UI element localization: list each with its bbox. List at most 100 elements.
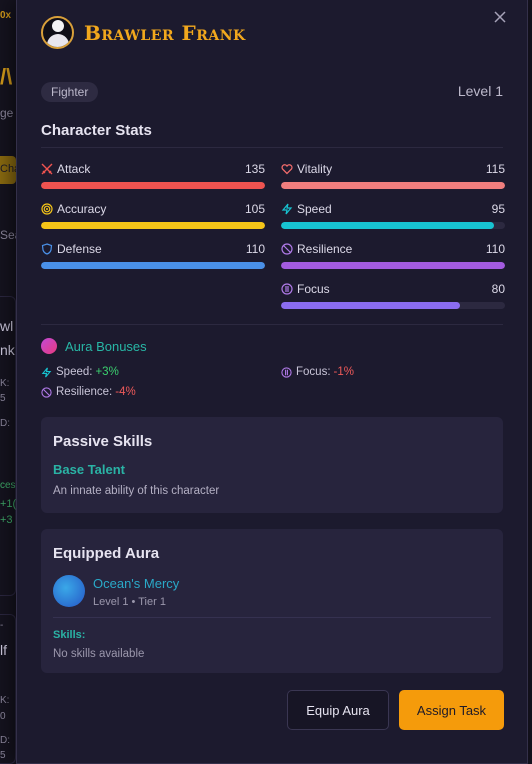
stat-value: 135 (244, 162, 265, 176)
stat-vitality: Vitality 115 (281, 161, 505, 191)
avatar (41, 16, 74, 49)
bg-fragment: ces (0, 480, 16, 491)
stat-label: Focus (297, 282, 330, 296)
bonus-value: -1% (333, 366, 354, 378)
aura-bonuses-title: Aura Bonuses (65, 338, 147, 354)
aura-icon (53, 575, 85, 607)
stat-bar (41, 182, 265, 189)
bg-fragment: nk (0, 342, 15, 358)
bonuses-divider (41, 324, 503, 325)
stat-label: Speed (297, 202, 332, 216)
stat-value: 105 (244, 202, 265, 216)
bg-card (0, 296, 16, 596)
modal-header: Brawler Frank (41, 16, 246, 49)
bg-fragment: D: (0, 735, 10, 746)
stat-bar-fill (41, 182, 265, 189)
bg-fragment: wl (0, 318, 14, 334)
bonus-focus: Focus: -1% (281, 366, 354, 378)
stats-title: Character Stats (41, 122, 152, 139)
level-label: Level 1 (457, 83, 503, 99)
bonus-value: -4% (115, 386, 136, 398)
focus-icon (281, 366, 292, 378)
bg-fragment: 0 (0, 711, 6, 722)
stat-bar-fill (281, 182, 505, 189)
stat-value: 110 (485, 242, 505, 256)
class-badge: Fighter (41, 82, 99, 102)
stat-label: Defense (57, 242, 102, 256)
bonus-value: +3% (95, 366, 119, 378)
resilience-icon (41, 386, 52, 398)
stat-bar-fill (41, 262, 265, 269)
skills-value: No skills available (53, 648, 145, 660)
bg-fragment: lf (0, 642, 7, 658)
equipped-aura-title: Equipped Aura (53, 545, 160, 562)
bg-fragment: - (0, 620, 4, 631)
bg-fragment: 5 (0, 750, 6, 761)
resilience-icon (281, 243, 293, 255)
avatar-body (47, 34, 69, 47)
stat-value: 115 (485, 162, 505, 176)
bonus-resilience: Resilience: -4% (41, 386, 136, 398)
passive-skills-title: Passive Skills (53, 433, 153, 450)
stat-defense: Defense 110 (41, 241, 265, 271)
shield-icon (41, 243, 53, 255)
equip-aura-button[interactable]: Equip Aura (287, 690, 389, 730)
close-icon (494, 11, 506, 23)
focus-icon (281, 283, 293, 295)
stat-value: 80 (491, 282, 505, 296)
stat-bar (281, 302, 505, 309)
stat-resilience: Resilience 110 (281, 241, 505, 271)
bg-fragment: /\ (0, 64, 13, 89)
talent-description: An innate ability of this character (53, 485, 220, 497)
stat-bar (281, 222, 505, 229)
aura-meta: Level 1 • Tier 1 (93, 596, 166, 608)
stat-attack: Attack 135 (41, 161, 265, 191)
bonus-speed: Speed: +3% (41, 366, 119, 378)
aura-name: Ocean's Mercy (93, 576, 180, 591)
talent-name: Base Talent (53, 462, 126, 477)
lightning-icon (281, 203, 293, 215)
stat-bar-fill (41, 222, 265, 229)
aura-bonuses-header: Aura Bonuses (41, 338, 147, 354)
bg-fragment: 5 (0, 393, 6, 404)
stat-value: 110 (245, 242, 265, 256)
character-modal: Brawler Frank Fighter Level 1 Character … (16, 0, 528, 764)
aura-orb-icon (41, 338, 57, 354)
equipped-aura-card: Equipped Aura Ocean's Mercy Level 1 • Ti… (41, 529, 503, 673)
stat-label: Accuracy (57, 202, 107, 216)
stat-bar (41, 222, 265, 229)
stat-bar-fill (281, 302, 461, 309)
stat-bar (41, 262, 265, 269)
bonus-stat: Speed: (56, 366, 93, 378)
character-name: Brawler Frank (84, 20, 246, 45)
stat-bar (281, 182, 505, 189)
lightning-icon (41, 367, 52, 377)
passive-skills-card: Passive Skills Base Talent An innate abi… (41, 417, 503, 513)
stat-label: Resilience (297, 242, 353, 256)
bg-fragment: D: (0, 418, 10, 429)
bonus-stat: Resilience: (56, 386, 113, 398)
swords-icon (41, 163, 53, 175)
bg-fragment: +3 (0, 514, 13, 526)
aura-divider (53, 617, 491, 618)
stat-speed: Speed 95 (281, 201, 505, 231)
stat-bar-fill (281, 222, 494, 229)
bg-fragment: K: (0, 695, 10, 706)
bg-fragment: +1( (0, 498, 17, 510)
heart-icon (281, 164, 293, 175)
skills-label: Skills: (53, 629, 86, 641)
bg-fragment: 0x (0, 10, 12, 21)
bonus-stat: Focus: (296, 366, 331, 378)
stat-value: 95 (491, 202, 505, 216)
assign-task-button[interactable]: Assign Task (399, 690, 504, 730)
target-icon (41, 203, 53, 215)
avatar-head (52, 20, 64, 32)
stat-bar (281, 262, 505, 269)
stat-accuracy: Accuracy 105 (41, 201, 265, 231)
bg-fragment: K: (0, 378, 10, 389)
stats-divider (41, 147, 503, 148)
stat-bar-fill (281, 262, 505, 269)
stat-label: Attack (57, 162, 91, 176)
close-button[interactable] (491, 8, 509, 26)
stat-focus: Focus 80 (281, 281, 505, 311)
